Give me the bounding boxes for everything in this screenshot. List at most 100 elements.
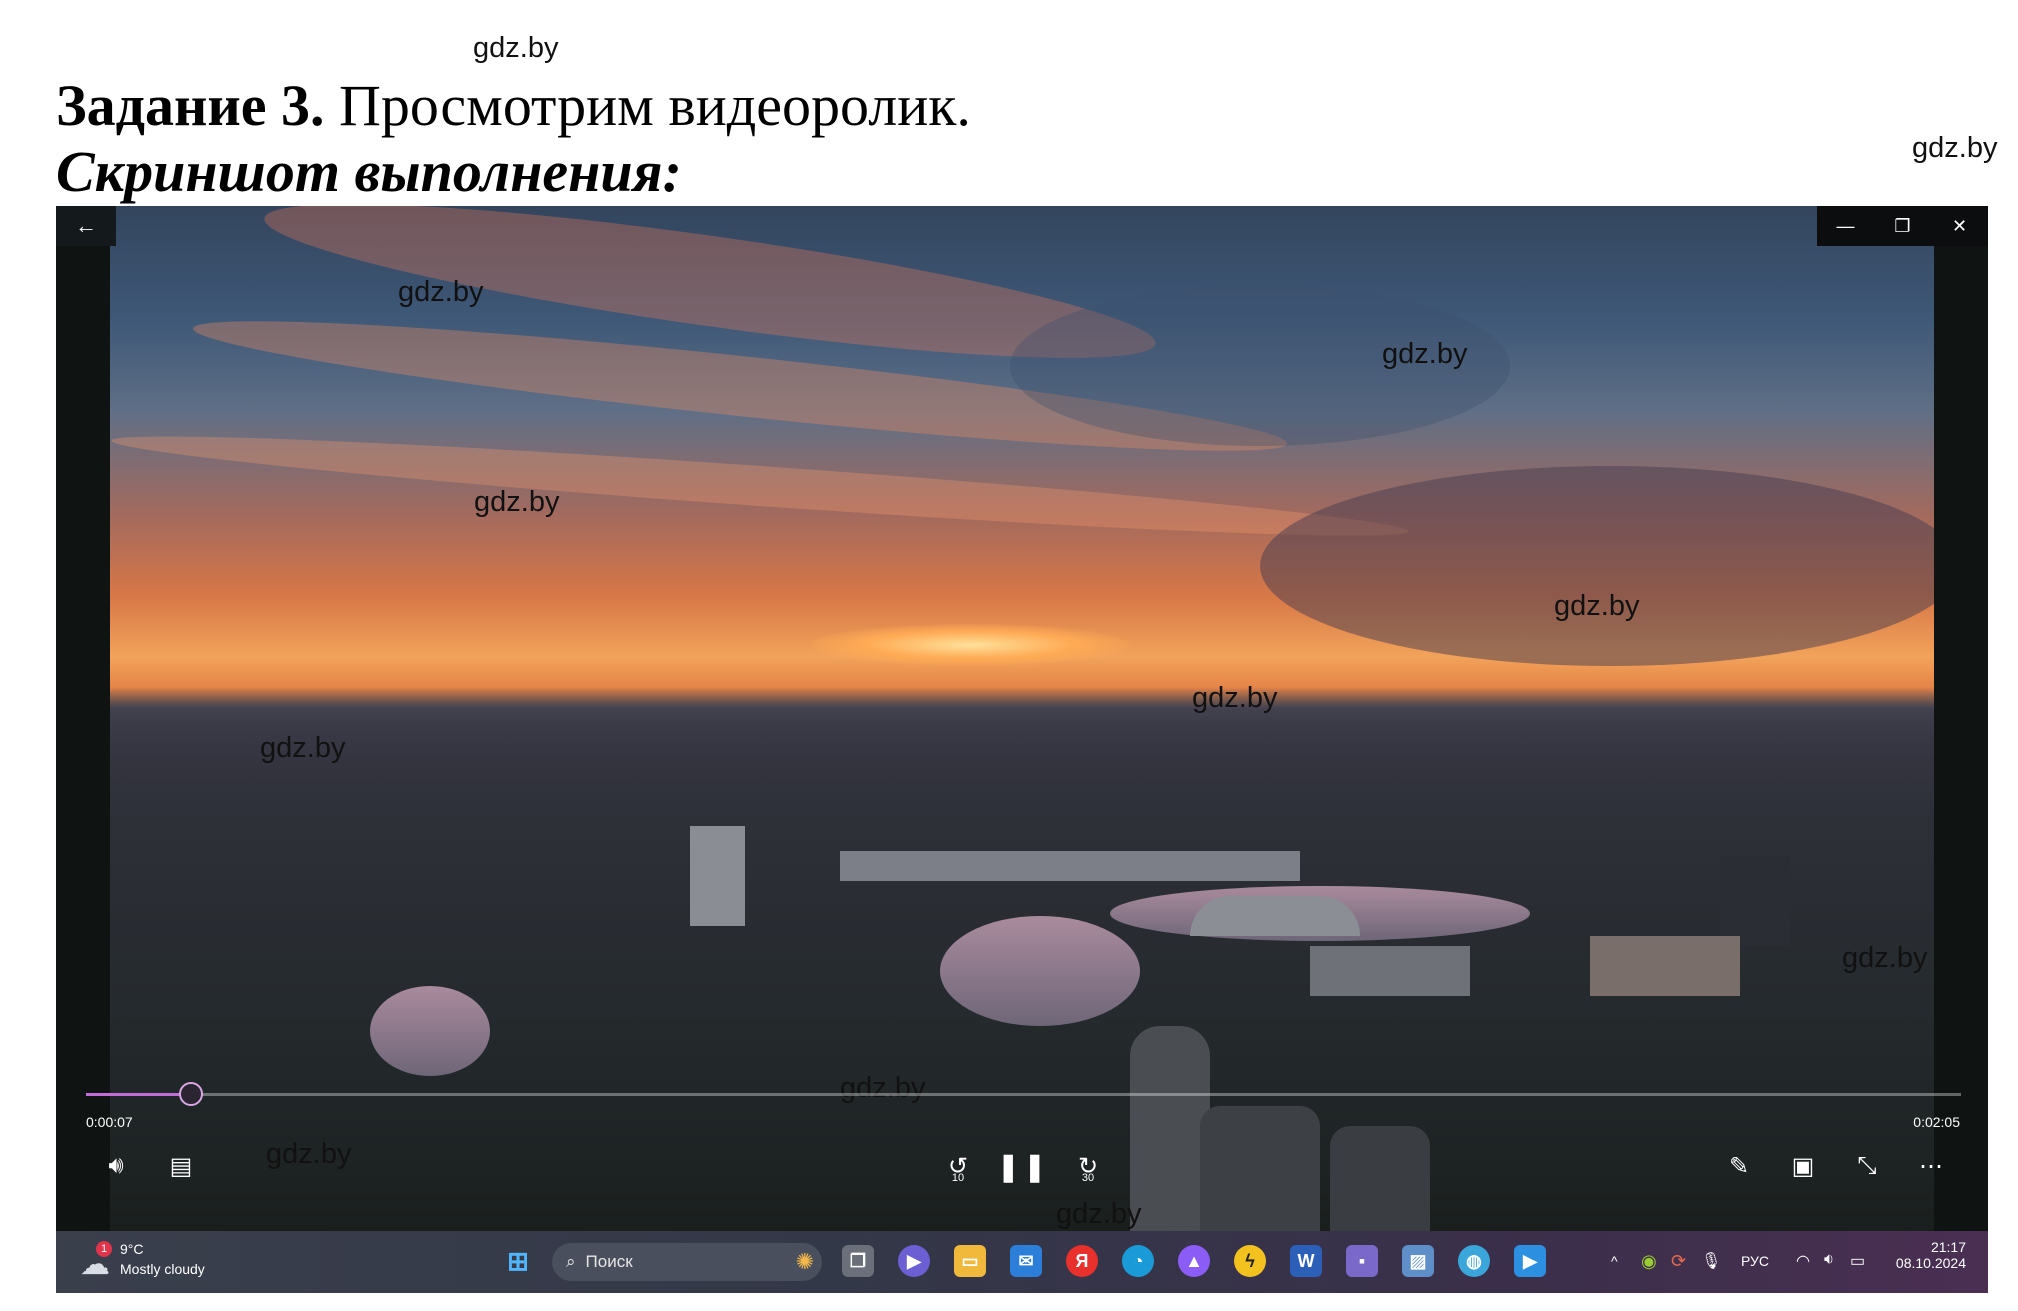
- skip-forward-label: 30: [1081, 1172, 1095, 1184]
- start-button[interactable]: ⊞: [502, 1245, 534, 1277]
- video-call-icon: ▶: [907, 1250, 921, 1271]
- window-controls: — ❐ ✕: [1817, 206, 1988, 246]
- watermark-text: gdz.by: [1056, 1198, 1142, 1230]
- media-player-icon: ▶: [1523, 1250, 1537, 1271]
- weather-description: Mostly cloudy: [120, 1261, 205, 1277]
- photo-icon: ▨: [1409, 1250, 1427, 1271]
- browser-button[interactable]: ◍: [1458, 1245, 1490, 1277]
- watermark-text: gdz.by: [1912, 132, 1998, 164]
- meet-button[interactable]: ▶: [898, 1245, 930, 1277]
- tray-app-icon[interactable]: ◉: [1641, 1251, 1657, 1272]
- notification-badge: 1: [96, 1241, 112, 1257]
- wifi-icon[interactable]: ◠: [1796, 1251, 1810, 1271]
- mail-button[interactable]: ✉: [1010, 1245, 1042, 1277]
- chevron-up-icon: ^: [1611, 1253, 1618, 1269]
- minimize-button[interactable]: —: [1817, 206, 1874, 246]
- word-button[interactable]: W: [1290, 1245, 1322, 1277]
- clock-time: 21:17: [1930, 1239, 1966, 1255]
- letterbox-left: [56, 206, 110, 1231]
- sync-icon[interactable]: ⟳: [1671, 1251, 1686, 1272]
- taskbar: ☁ 1 9°C Mostly cloudy ⊞ ⌕ Поиск ✺ ❐ ▶ ▭ …: [56, 1231, 1988, 1293]
- watermark-text: gdz.by: [1382, 338, 1468, 370]
- watermark-text: gdz.by: [398, 276, 484, 308]
- media-player-button[interactable]: ▶: [1514, 1245, 1546, 1277]
- battery-icon[interactable]: ▭: [1850, 1251, 1865, 1271]
- ellipsis-icon: ⋯: [1919, 1152, 1943, 1180]
- clock[interactable]: 21:17 08.10.2024: [1886, 1239, 1966, 1271]
- yandex-button[interactable]: Я: [1066, 1245, 1098, 1277]
- search-placeholder: Поиск: [585, 1252, 633, 1271]
- app-button[interactable]: ϟ: [1234, 1245, 1266, 1277]
- screenshot-window: gdz.by gdz.by gdz.by gdz.by gdz.by gdz.b…: [56, 206, 1988, 1293]
- edit-button[interactable]: ✎: [1719, 1146, 1759, 1186]
- watermark-text: gdz.by: [840, 1072, 926, 1104]
- windows-icon: ⊞: [507, 1245, 529, 1276]
- mail-icon: ✉: [1018, 1250, 1034, 1271]
- skip-back-button[interactable]: ↺ 10: [938, 1146, 978, 1186]
- restore-button[interactable]: ❐: [1874, 206, 1931, 246]
- pause-button[interactable]: ❚❚: [997, 1146, 1047, 1186]
- watermark-text: gdz.by: [266, 1138, 352, 1170]
- folder-icon: ▭: [961, 1250, 979, 1271]
- watermark-text: gdz.by: [260, 732, 346, 764]
- screenshot-caption: Скриншот выполнения:: [56, 139, 682, 204]
- close-button[interactable]: ✕: [1931, 206, 1988, 246]
- pause-icon: ❚❚: [996, 1150, 1050, 1182]
- volume-icon[interactable]: 🔉︎: [1824, 1251, 1834, 1269]
- word-icon: W: [1297, 1250, 1315, 1271]
- task-heading: Задание 3. Просмотрим видеоролик.: [56, 72, 971, 139]
- skip-forward-button[interactable]: ↻ 30: [1068, 1146, 1108, 1186]
- more-options-button[interactable]: ⋯: [1911, 1146, 1951, 1186]
- restore-icon: ❐: [1894, 215, 1911, 236]
- collapse-icon: ⤡: [1857, 1152, 1877, 1179]
- yandex-icon: Я: [1075, 1250, 1089, 1271]
- speaker-icon: 🔊︎: [108, 1152, 124, 1179]
- alice-button[interactable]: ▲: [1178, 1245, 1210, 1277]
- miniplayer-icon: ▣: [1791, 1152, 1815, 1180]
- watermark-text: gdz.by: [1842, 942, 1928, 974]
- arrow-left-icon: ←: [75, 213, 97, 238]
- pencil-icon: ✎: [1728, 1152, 1750, 1180]
- search-highlight-icon: ✺: [795, 1249, 814, 1274]
- close-icon: ✕: [1951, 215, 1968, 236]
- watermark-text: gdz.by: [473, 32, 559, 64]
- skip-back-label: 10: [951, 1172, 965, 1184]
- file-explorer-button[interactable]: ▭: [954, 1245, 986, 1277]
- tray-overflow-button[interactable]: ^: [1611, 1253, 1618, 1269]
- floppy-icon: ▪: [1358, 1250, 1366, 1271]
- task-view-icon: ❐: [849, 1250, 867, 1271]
- task-heading-number: Задание 3.: [56, 73, 325, 138]
- edge-button[interactable]: ◔: [1122, 1245, 1154, 1277]
- watermark-text: gdz.by: [1554, 590, 1640, 622]
- photos-button[interactable]: ▨: [1402, 1245, 1434, 1277]
- seek-bar-fill: [86, 1093, 191, 1096]
- watermark-text: gdz.by: [1192, 682, 1278, 714]
- edge-icon: ◔: [1132, 1250, 1144, 1271]
- temperature: 9°C: [120, 1241, 144, 1257]
- exit-fullscreen-button[interactable]: ⤡: [1847, 1146, 1887, 1186]
- task-heading-text: Просмотрим видеоролик.: [324, 73, 971, 138]
- search-box[interactable]: ⌕ Поиск ✺: [552, 1243, 822, 1281]
- captions-button[interactable]: ▤: [161, 1146, 201, 1186]
- task-view-button[interactable]: ❐: [842, 1245, 874, 1277]
- miniplayer-button[interactable]: ▣: [1783, 1146, 1823, 1186]
- watermark-text: gdz.by: [474, 486, 560, 518]
- lightning-icon: ϟ: [1245, 1250, 1255, 1271]
- save-app-button[interactable]: ▪: [1346, 1245, 1378, 1277]
- clock-date: 08.10.2024: [1895, 1255, 1966, 1271]
- volume-button[interactable]: 🔊︎: [96, 1146, 136, 1186]
- minimize-icon: —: [1836, 215, 1855, 236]
- back-button[interactable]: ←: [56, 206, 116, 246]
- total-time: 0:02:05: [1913, 1114, 1960, 1130]
- globe-icon: ◍: [1466, 1250, 1482, 1271]
- seek-bar[interactable]: [86, 1082, 1961, 1106]
- letterbox-right: [1934, 206, 1988, 1231]
- search-icon: ⌕: [566, 1252, 576, 1271]
- microphone-icon[interactable]: 🎙︎: [1701, 1251, 1721, 1271]
- alice-icon: ▲: [1185, 1250, 1203, 1271]
- seek-handle[interactable]: [179, 1082, 203, 1106]
- video-frame[interactable]: gdz.by gdz.by gdz.by gdz.by gdz.by gdz.b…: [110, 206, 1934, 1231]
- elapsed-time: 0:00:07: [86, 1114, 133, 1130]
- captions-icon: ▤: [169, 1152, 193, 1180]
- language-indicator[interactable]: РУС: [1741, 1253, 1769, 1269]
